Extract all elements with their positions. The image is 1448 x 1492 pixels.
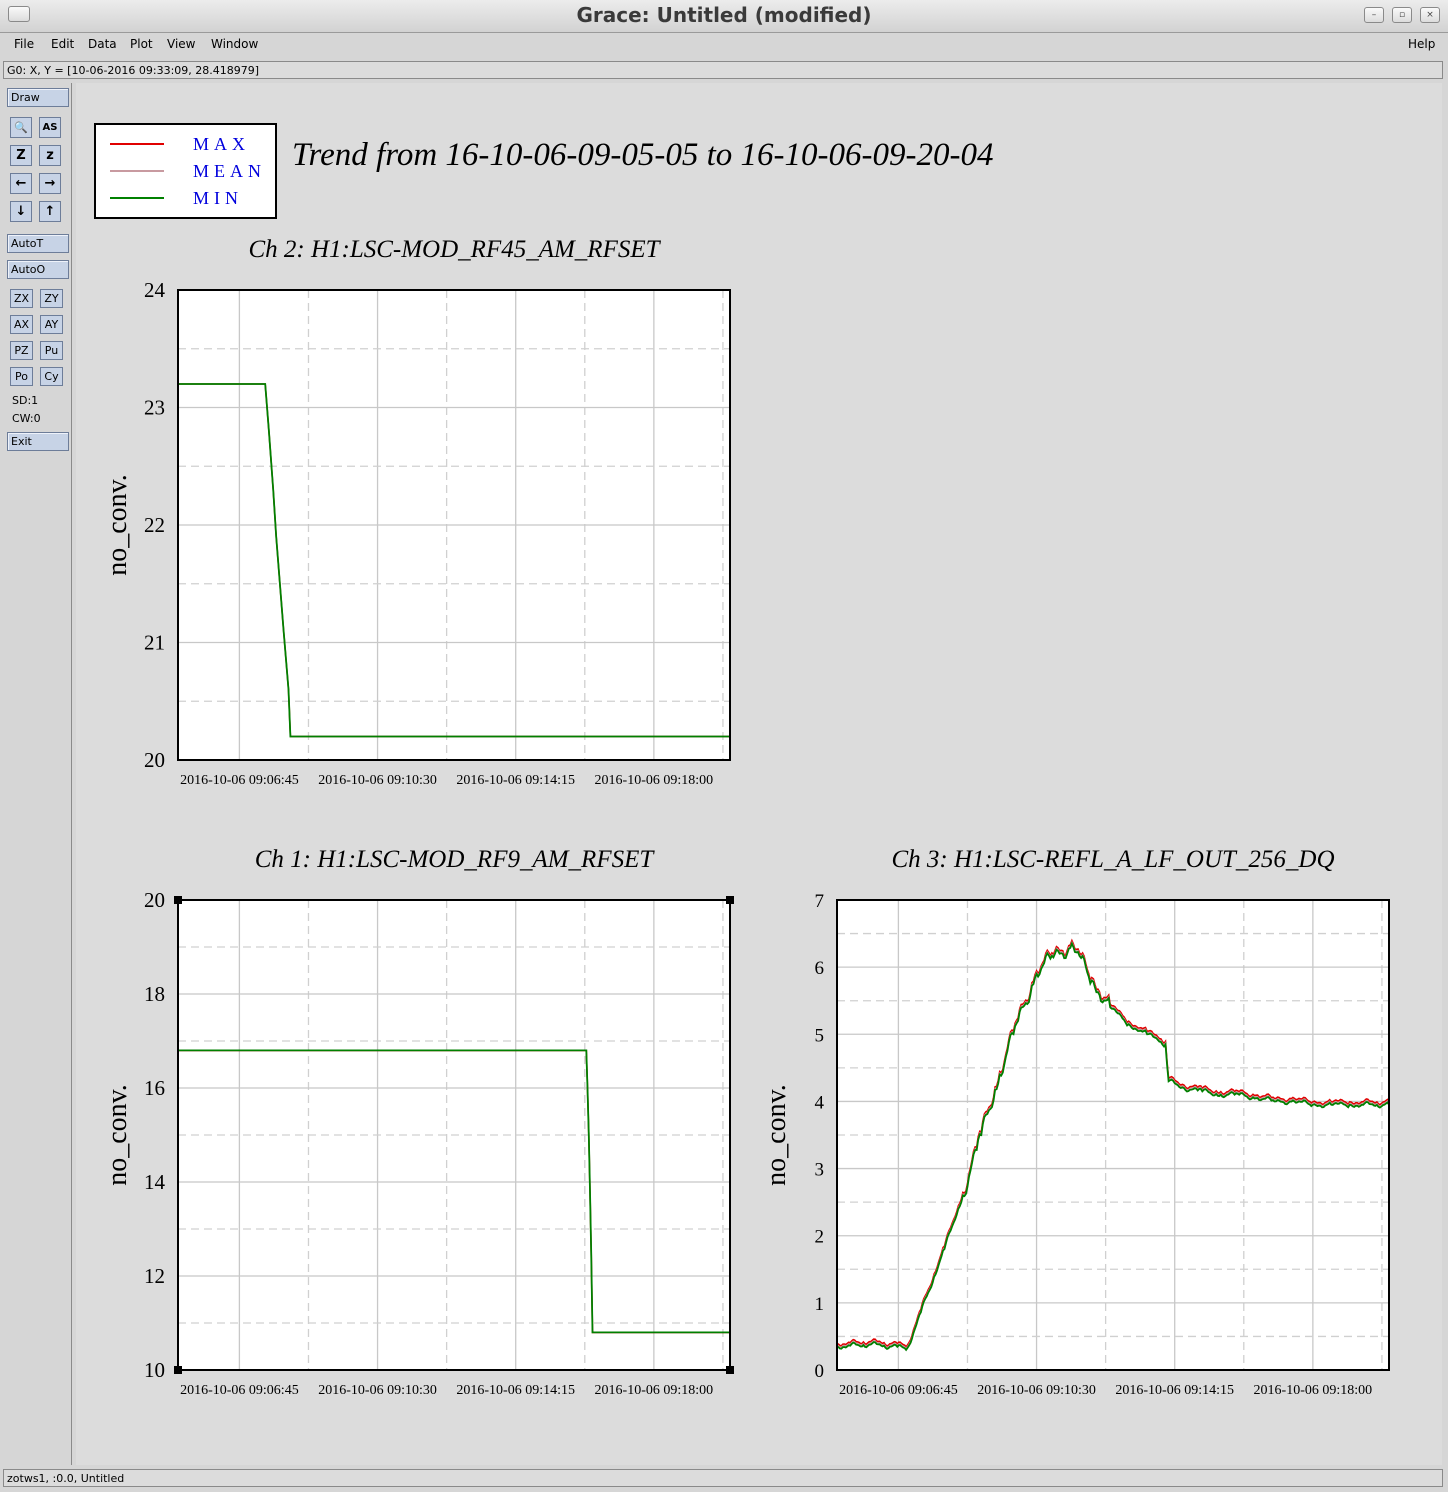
menu-view[interactable]: View bbox=[167, 37, 195, 51]
y-tick-label: 1 bbox=[815, 1294, 825, 1315]
zx-button[interactable]: ZX bbox=[10, 289, 33, 308]
y-tick-label: 7 bbox=[815, 891, 825, 912]
zy-button[interactable]: ZY bbox=[40, 289, 63, 308]
current-world-label: CW:0 bbox=[12, 412, 41, 425]
x-tick-label: 2016-10-06 09:06:45 bbox=[180, 773, 299, 788]
arrow-left-icon[interactable]: ← bbox=[10, 173, 32, 194]
autot-button[interactable]: AutoT bbox=[7, 234, 69, 253]
maximize-button[interactable]: ▫ bbox=[1392, 7, 1412, 23]
legend: MAX MEAN MIN bbox=[94, 123, 277, 219]
menu-help[interactable]: Help bbox=[1408, 37, 1435, 51]
window-title: Grace: Untitled (modified) bbox=[576, 3, 872, 27]
selection-handle[interactable] bbox=[174, 1366, 182, 1374]
ax-button[interactable]: AX bbox=[10, 315, 33, 334]
selection-handle[interactable] bbox=[726, 1366, 734, 1374]
y-tick-label: 12 bbox=[144, 1264, 165, 1288]
zoom-in-icon[interactable]: Z bbox=[10, 145, 32, 166]
arrow-right-icon[interactable]: → bbox=[39, 173, 61, 194]
y-tick-label: 24 bbox=[144, 278, 166, 302]
menu-window[interactable]: Window bbox=[211, 37, 258, 51]
menu-data[interactable]: Data bbox=[88, 37, 117, 51]
y-tick-label: 2 bbox=[815, 1227, 825, 1248]
minimize-button[interactable]: – bbox=[1364, 7, 1384, 23]
arrow-up-icon[interactable]: ↑ bbox=[39, 201, 61, 222]
y-axis-label: no_conv. bbox=[761, 1084, 792, 1186]
x-tick-label: 2016-10-06 09:14:15 bbox=[456, 773, 575, 788]
legend-label-max: MAX bbox=[193, 134, 250, 154]
zoom-icon[interactable]: 🔍 bbox=[10, 117, 32, 138]
x-tick-label: 2016-10-06 09:18:00 bbox=[595, 1383, 714, 1398]
legend-label-mean: MEAN bbox=[193, 161, 266, 181]
x-tick-label: 2016-10-06 09:10:30 bbox=[318, 1383, 437, 1398]
selection-handle[interactable] bbox=[174, 896, 182, 904]
po-button[interactable]: Po bbox=[10, 367, 33, 386]
close-button[interactable]: × bbox=[1420, 7, 1440, 23]
chart-title: Ch 2: H1:LSC-MOD_RF45_AM_RFSET bbox=[248, 236, 661, 263]
chart-ch1: 10 12 14 16 18 20 2016-10-06 09:06:45 2016-10-0… bbox=[102, 846, 734, 1398]
legend-label-min: MIN bbox=[193, 188, 243, 208]
y-tick-label: 20 bbox=[144, 748, 165, 772]
graph-svg: MAX MEAN MIN Trend from 16-10-06-09-05-0… bbox=[76, 83, 1442, 1465]
page-title: Trend from 16-10-06-09-05-05 to 16-10-06… bbox=[292, 137, 993, 173]
y-tick-label: 23 bbox=[144, 396, 165, 420]
cy-button[interactable]: Cy bbox=[40, 367, 63, 386]
chart-title: Ch 3: H1:LSC-REFL_A_LF_OUT_256_DQ bbox=[891, 846, 1334, 873]
pu-button[interactable]: Pu bbox=[40, 341, 63, 360]
status-bar: zotws1, :0.0, Untitled bbox=[3, 1469, 1443, 1487]
y-tick-label: 3 bbox=[815, 1160, 825, 1181]
y-tick-label: 22 bbox=[144, 513, 165, 537]
y-tick-label: 5 bbox=[815, 1025, 825, 1046]
chart-ch2: 20 21 22 23 24 2016-10-06 09:06:45 2016-10-06 … bbox=[102, 236, 731, 788]
x-tick-label: 2016-10-06 09:18:00 bbox=[595, 773, 714, 788]
y-tick-label: 6 bbox=[815, 958, 825, 979]
menu-plot[interactable]: Plot bbox=[130, 37, 153, 51]
y-tick-label: 10 bbox=[144, 1358, 165, 1382]
autoo-button[interactable]: AutoO bbox=[7, 260, 69, 279]
menu-bar: File Edit Data Plot View Window Help bbox=[0, 33, 1448, 57]
y-axis-label: no_conv. bbox=[102, 474, 133, 576]
coordinate-readout: G0: X, Y = [10-06-2016 09:33:09, 28.4189… bbox=[3, 61, 1443, 79]
autoscale-icon[interactable]: AS bbox=[39, 117, 61, 138]
x-tick-label: 2016-10-06 09:06:45 bbox=[180, 1383, 299, 1398]
x-tick-label: 2016-10-06 09:14:15 bbox=[1115, 1383, 1234, 1398]
y-tick-label: 18 bbox=[144, 982, 165, 1006]
y-axis-label: no_conv. bbox=[102, 1084, 133, 1186]
x-tick-label: 2016-10-06 09:10:30 bbox=[318, 773, 437, 788]
x-tick-label: 2016-10-06 09:10:30 bbox=[977, 1383, 1096, 1398]
x-tick-label: 2016-10-06 09:18:00 bbox=[1254, 1383, 1373, 1398]
exit-button[interactable]: Exit bbox=[7, 432, 69, 451]
zoom-out-icon[interactable]: z bbox=[39, 145, 61, 166]
y-tick-label: 14 bbox=[144, 1170, 166, 1194]
selection-handle[interactable] bbox=[726, 896, 734, 904]
y-tick-label: 16 bbox=[144, 1076, 165, 1100]
pz-button[interactable]: PZ bbox=[10, 341, 33, 360]
stack-depth-label: SD:1 bbox=[12, 394, 39, 407]
window-titlebar: Grace: Untitled (modified) – ▫ × bbox=[0, 0, 1448, 33]
y-tick-label: 4 bbox=[815, 1092, 825, 1113]
chart-ch3: 0 1 2 3 4 5 6 7 2016-10-06 09:06:45 2016-10-06 09… bbox=[761, 846, 1390, 1398]
x-tick-label: 2016-10-06 09:06:45 bbox=[839, 1383, 958, 1398]
menu-edit[interactable]: Edit bbox=[51, 37, 74, 51]
chart-title: Ch 1: H1:LSC-MOD_RF9_AM_RFSET bbox=[255, 846, 656, 873]
y-tick-label: 21 bbox=[144, 631, 165, 655]
arrow-down-icon[interactable]: ↓ bbox=[10, 201, 32, 222]
x-tick-label: 2016-10-06 09:14:15 bbox=[456, 1383, 575, 1398]
ay-button[interactable]: AY bbox=[40, 315, 63, 334]
graph-canvas[interactable]: MAX MEAN MIN Trend from 16-10-06-09-05-0… bbox=[76, 83, 1442, 1465]
draw-button[interactable]: Draw bbox=[7, 88, 69, 107]
tool-panel: Draw 🔍 AS Z z ← → ↓ ↑ AutoT AutoO ZX ZY … bbox=[2, 83, 72, 1465]
y-tick-label: 0 bbox=[815, 1361, 825, 1382]
y-tick-label: 20 bbox=[144, 888, 165, 912]
menu-file[interactable]: File bbox=[14, 37, 34, 51]
